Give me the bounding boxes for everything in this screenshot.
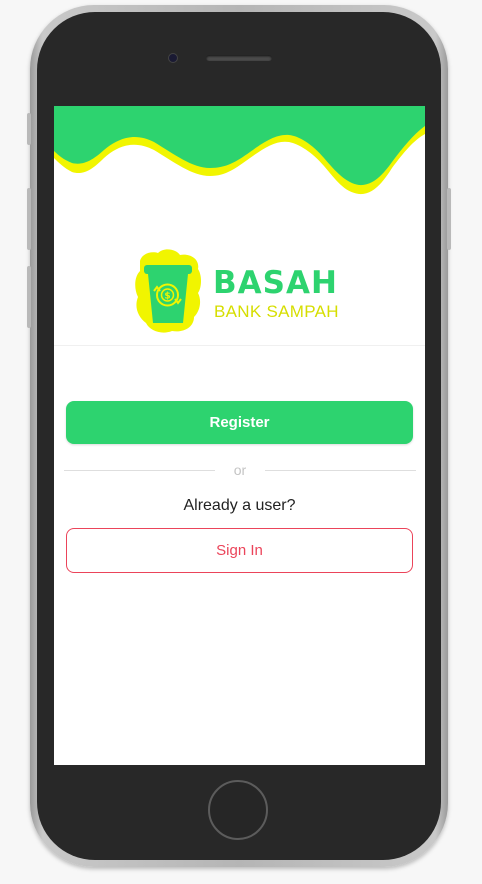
header-wave [54, 106, 425, 195]
app-screen: $ BASAH BANK SAMPAH Register or Already … [54, 106, 425, 765]
divider-line-right [265, 470, 416, 471]
front-camera [168, 53, 178, 63]
brand-name: BASAH [213, 265, 338, 301]
brand-tagline: BANK SAMPAH [214, 302, 339, 321]
volume-down-button [27, 266, 31, 328]
home-button[interactable] [208, 780, 268, 840]
register-button[interactable]: Register [66, 401, 413, 444]
volume-up-button [27, 188, 31, 250]
already-user-label: Already a user? [183, 497, 296, 514]
or-divider: or [64, 458, 416, 482]
mute-switch [27, 113, 31, 145]
earpiece-speaker [206, 55, 272, 61]
svg-text:$: $ [164, 292, 170, 302]
trash-bin-logo-icon: $ [135, 249, 201, 333]
logo-area: $ BASAH BANK SAMPAH [54, 247, 425, 346]
power-button [447, 188, 451, 250]
sign-in-button[interactable]: Sign In [66, 528, 413, 573]
